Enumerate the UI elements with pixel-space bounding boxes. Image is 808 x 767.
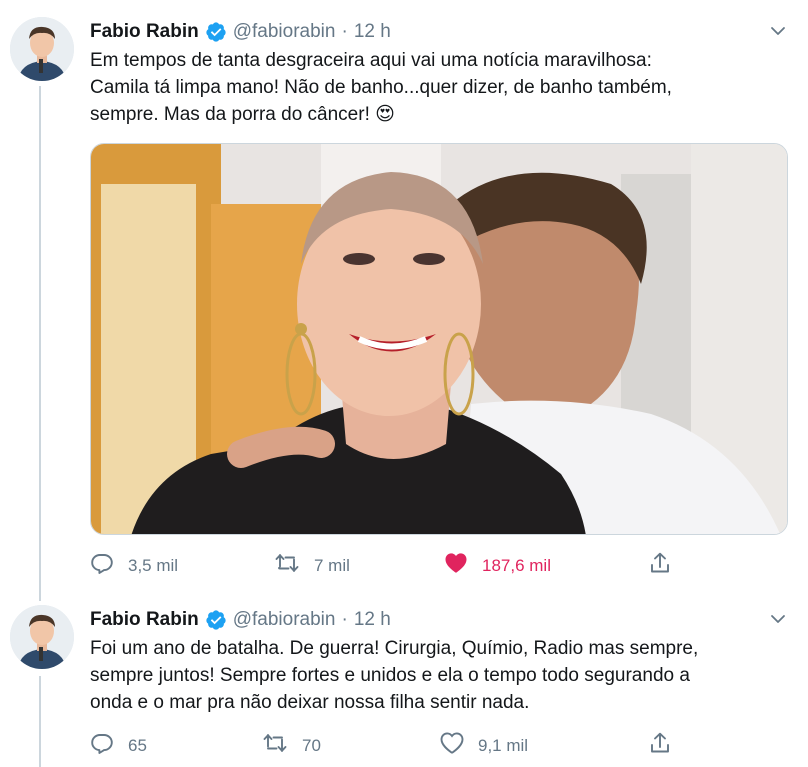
reply-button[interactable]: 3,5 mil: [90, 551, 178, 580]
like-button[interactable]: 187,6 mil: [444, 551, 551, 580]
tweet-text: Foi um ano de batalha. De guerra! Cirurg…: [90, 638, 699, 713]
display-name[interactable]: Fabio Rabin: [90, 609, 199, 631]
reply-icon: [90, 551, 114, 580]
retweet-button[interactable]: 7 mil: [274, 551, 350, 580]
retweet-count: 70: [302, 735, 321, 755]
retweet-icon: [262, 731, 288, 760]
reply-icon: [90, 731, 114, 760]
share-button[interactable]: [648, 551, 672, 580]
chevron-down-icon[interactable]: [766, 19, 790, 43]
chevron-down-icon[interactable]: [766, 607, 790, 631]
share-icon: [648, 551, 672, 580]
separator-dot: ·: [341, 609, 348, 630]
share-icon: [648, 731, 672, 760]
share-button[interactable]: [648, 731, 672, 760]
tweet-text: Em tempos de tanta desgraceira aqui vai …: [90, 50, 672, 125]
display-name[interactable]: Fabio Rabin: [90, 21, 199, 43]
heart-icon: [440, 731, 464, 760]
like-count: 9,1 mil: [478, 735, 529, 755]
tweet-photo[interactable]: [90, 143, 788, 535]
handle[interactable]: @fabiorabin: [233, 609, 336, 631]
verified-badge-icon: [205, 21, 227, 43]
verified-badge-icon: [205, 609, 227, 631]
reply-count: 3,5 mil: [128, 555, 179, 575]
heart-icon: [444, 551, 468, 580]
retweet-icon: [274, 551, 300, 580]
timestamp[interactable]: 12 h: [354, 609, 391, 631]
handle[interactable]: @fabiorabin: [233, 21, 336, 43]
timestamp[interactable]: 12 h: [354, 21, 391, 43]
avatar[interactable]: [10, 17, 74, 81]
retweet-button[interactable]: 70: [262, 731, 321, 760]
avatar[interactable]: [10, 605, 74, 669]
tweet[interactable]: Fabio Rabin @fabiorabin · 12 h Foi um an…: [0, 600, 808, 767]
reply-count: 65: [128, 735, 147, 755]
like-count: 187,6 mil: [482, 555, 551, 575]
retweet-count: 7 mil: [314, 555, 350, 575]
tweet[interactable]: Fabio Rabin @fabiorabin · 12 h Em tempos…: [0, 0, 808, 596]
reply-button[interactable]: 65: [90, 731, 147, 760]
like-button[interactable]: 9,1 mil: [440, 731, 528, 760]
separator-dot: ·: [341, 21, 348, 42]
